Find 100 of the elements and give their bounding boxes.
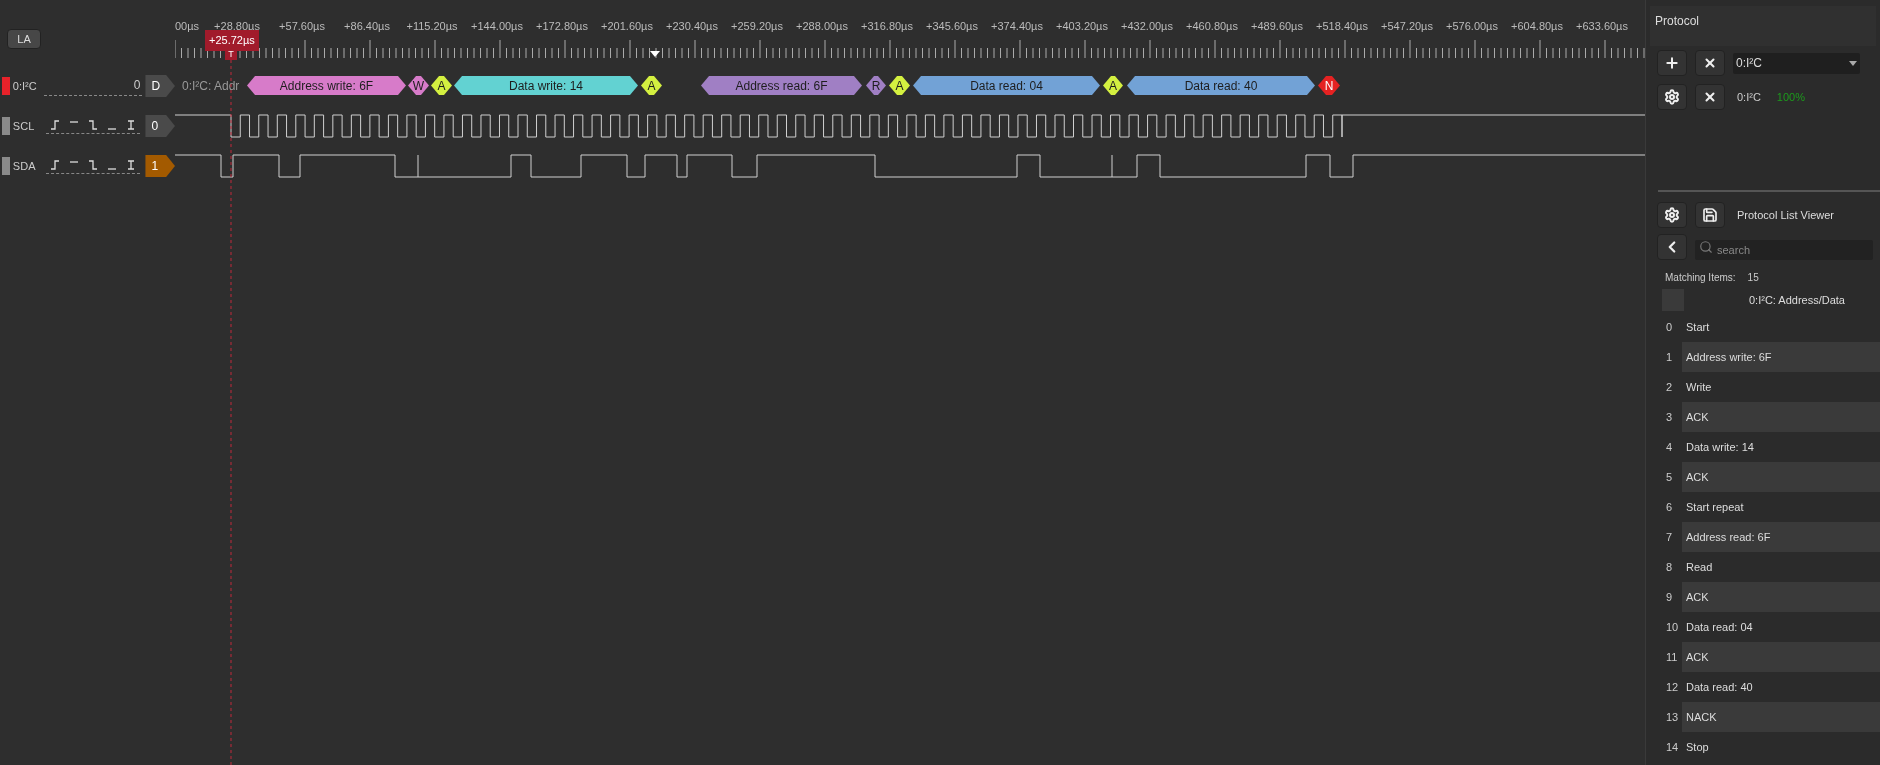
rising-edge-icon[interactable] [50, 158, 61, 171]
time-label: +115.20µs [405, 19, 459, 34]
time-label: +489.60µs [1250, 19, 1304, 34]
row-index: 9 [1665, 589, 1674, 605]
close-icon [1703, 90, 1717, 104]
time-label: +316.80µs [860, 19, 914, 34]
time-label: +604.80µs [1510, 19, 1564, 34]
time-label: +633.60µs [1575, 19, 1629, 34]
time-label: +288.00µs [795, 19, 849, 34]
row-index: 13 [1665, 709, 1680, 725]
decoded-annotation[interactable]: Address read: 6F [701, 76, 862, 95]
rising-edge-icon[interactable] [50, 118, 61, 131]
row-index: 1 [1665, 349, 1674, 365]
decoded-annotation[interactable]: Data read: 04 [913, 76, 1100, 95]
channel-tag[interactable]: 0 [145, 115, 175, 137]
search-icon [1699, 240, 1713, 254]
decoded-annotation[interactable]: A [431, 76, 452, 95]
decoder-settings-button[interactable] [1657, 84, 1687, 110]
list-row[interactable]: Stop [1682, 732, 1880, 762]
row-index: 3 [1665, 409, 1674, 425]
list-row[interactable]: Start repeat [1682, 492, 1880, 522]
plus-icon [1664, 55, 1680, 71]
decoded-annotation[interactable]: N [1318, 76, 1340, 95]
any-edge-icon[interactable] [126, 118, 137, 131]
la-button[interactable]: LA [7, 29, 41, 50]
settings-icon [1664, 89, 1680, 105]
channel-name: 0:I²C [12, 78, 38, 94]
search-field[interactable]: search [1695, 240, 1873, 260]
viewer-settings-button[interactable] [1657, 202, 1687, 228]
list-row[interactable]: Data write: 14 [1682, 432, 1880, 462]
row-index: 8 [1665, 559, 1674, 575]
matching-items-count: 15 [1747, 271, 1759, 285]
save-icon [1702, 207, 1718, 223]
remove-button[interactable] [1695, 50, 1725, 76]
time-label: +144.00µs [470, 19, 524, 34]
falling-edge-icon[interactable] [88, 158, 99, 171]
remove-decoder-button[interactable] [1695, 84, 1725, 110]
decoder-name: 0:I²C [1737, 89, 1761, 105]
time-label: +259.20µs [730, 19, 784, 34]
time-label: +374.40µs [990, 19, 1044, 34]
decoded-annotation[interactable]: Data write: 14 [454, 76, 638, 95]
column-header[interactable]: 0:I²C: Address/Data [1749, 291, 1845, 309]
time-label: +345.60µs [925, 19, 979, 34]
matching-items-label: Matching Items: [1665, 271, 1736, 285]
viewer-title: Protocol List Viewer [1737, 207, 1834, 223]
time-label: +547.20µs [1380, 19, 1434, 34]
add-decoder-button[interactable] [1657, 50, 1687, 76]
time-label: +57.60µs [278, 19, 326, 34]
channel-name: SCL [12, 118, 36, 134]
time-label: 00µs [175, 19, 200, 34]
close-icon [1703, 56, 1717, 70]
list-row[interactable]: NACK [1682, 702, 1880, 732]
list-row[interactable]: Address write: 6F [1682, 342, 1880, 372]
channel-value: 0 [133, 77, 141, 94]
back-button[interactable] [1657, 234, 1687, 260]
row-index: 14 [1665, 739, 1680, 755]
time-label: +201.60µs [600, 19, 654, 34]
time-label: +518.40µs [1315, 19, 1369, 34]
list-row[interactable]: Write [1682, 372, 1880, 402]
list-row[interactable]: Address read: 6F [1682, 522, 1880, 552]
decode-progress: 100% [1776, 89, 1805, 105]
row-index: 7 [1665, 529, 1674, 545]
decoded-annotation[interactable]: Address write: 6F [247, 76, 406, 95]
decoded-annotation[interactable]: Data read: 40 [1127, 76, 1315, 95]
channel-tag[interactable]: 1 [145, 155, 175, 177]
marker-triangle-icon[interactable] [650, 51, 660, 58]
any-edge-icon[interactable] [126, 158, 137, 171]
channel-tag[interactable]: D [145, 75, 175, 97]
time-label: +576.00µs [1445, 19, 1499, 34]
save-button[interactable] [1695, 202, 1725, 228]
decoded-annotation[interactable]: W [408, 76, 429, 95]
list-row[interactable]: ACK [1682, 582, 1880, 612]
time-label: +230.40µs [665, 19, 719, 34]
decoded-annotation[interactable]: A [641, 76, 662, 95]
row-index: 11 [1665, 649, 1679, 665]
time-label: +172.80µs [535, 19, 589, 34]
list-row[interactable]: Read [1682, 552, 1880, 582]
time-label: +432.00µs [1120, 19, 1174, 34]
list-row[interactable]: Data read: 04 [1682, 612, 1880, 642]
list-row[interactable]: ACK [1682, 402, 1880, 432]
cursor-time-label[interactable]: +25.72µs [205, 30, 259, 51]
row-index: 12 [1665, 679, 1680, 695]
protocol-dropdown[interactable]: 0:I²C [1733, 52, 1860, 74]
list-row[interactable]: ACK [1682, 642, 1880, 672]
list-row[interactable]: Start [1682, 312, 1880, 342]
row-index: 4 [1665, 439, 1674, 455]
list-row[interactable]: Data read: 40 [1682, 672, 1880, 702]
dropdown-caret-icon [1849, 60, 1857, 66]
time-label: +86.40µs [343, 19, 391, 34]
decoded-annotation[interactable]: A [1103, 76, 1123, 95]
decoded-annotation[interactable]: A [889, 76, 910, 95]
decoded-annotation[interactable]: R [866, 76, 886, 95]
channel-name: SDA [12, 158, 37, 174]
row-index: 6 [1665, 499, 1674, 515]
trigger-marker[interactable]: T [225, 48, 237, 60]
decoder-name-label: 0:I²C: Addr [182, 78, 240, 95]
row-index: 10 [1665, 619, 1680, 635]
falling-edge-icon[interactable] [88, 118, 99, 131]
list-row[interactable]: ACK [1682, 462, 1880, 492]
time-label: +403.20µs [1055, 19, 1109, 34]
